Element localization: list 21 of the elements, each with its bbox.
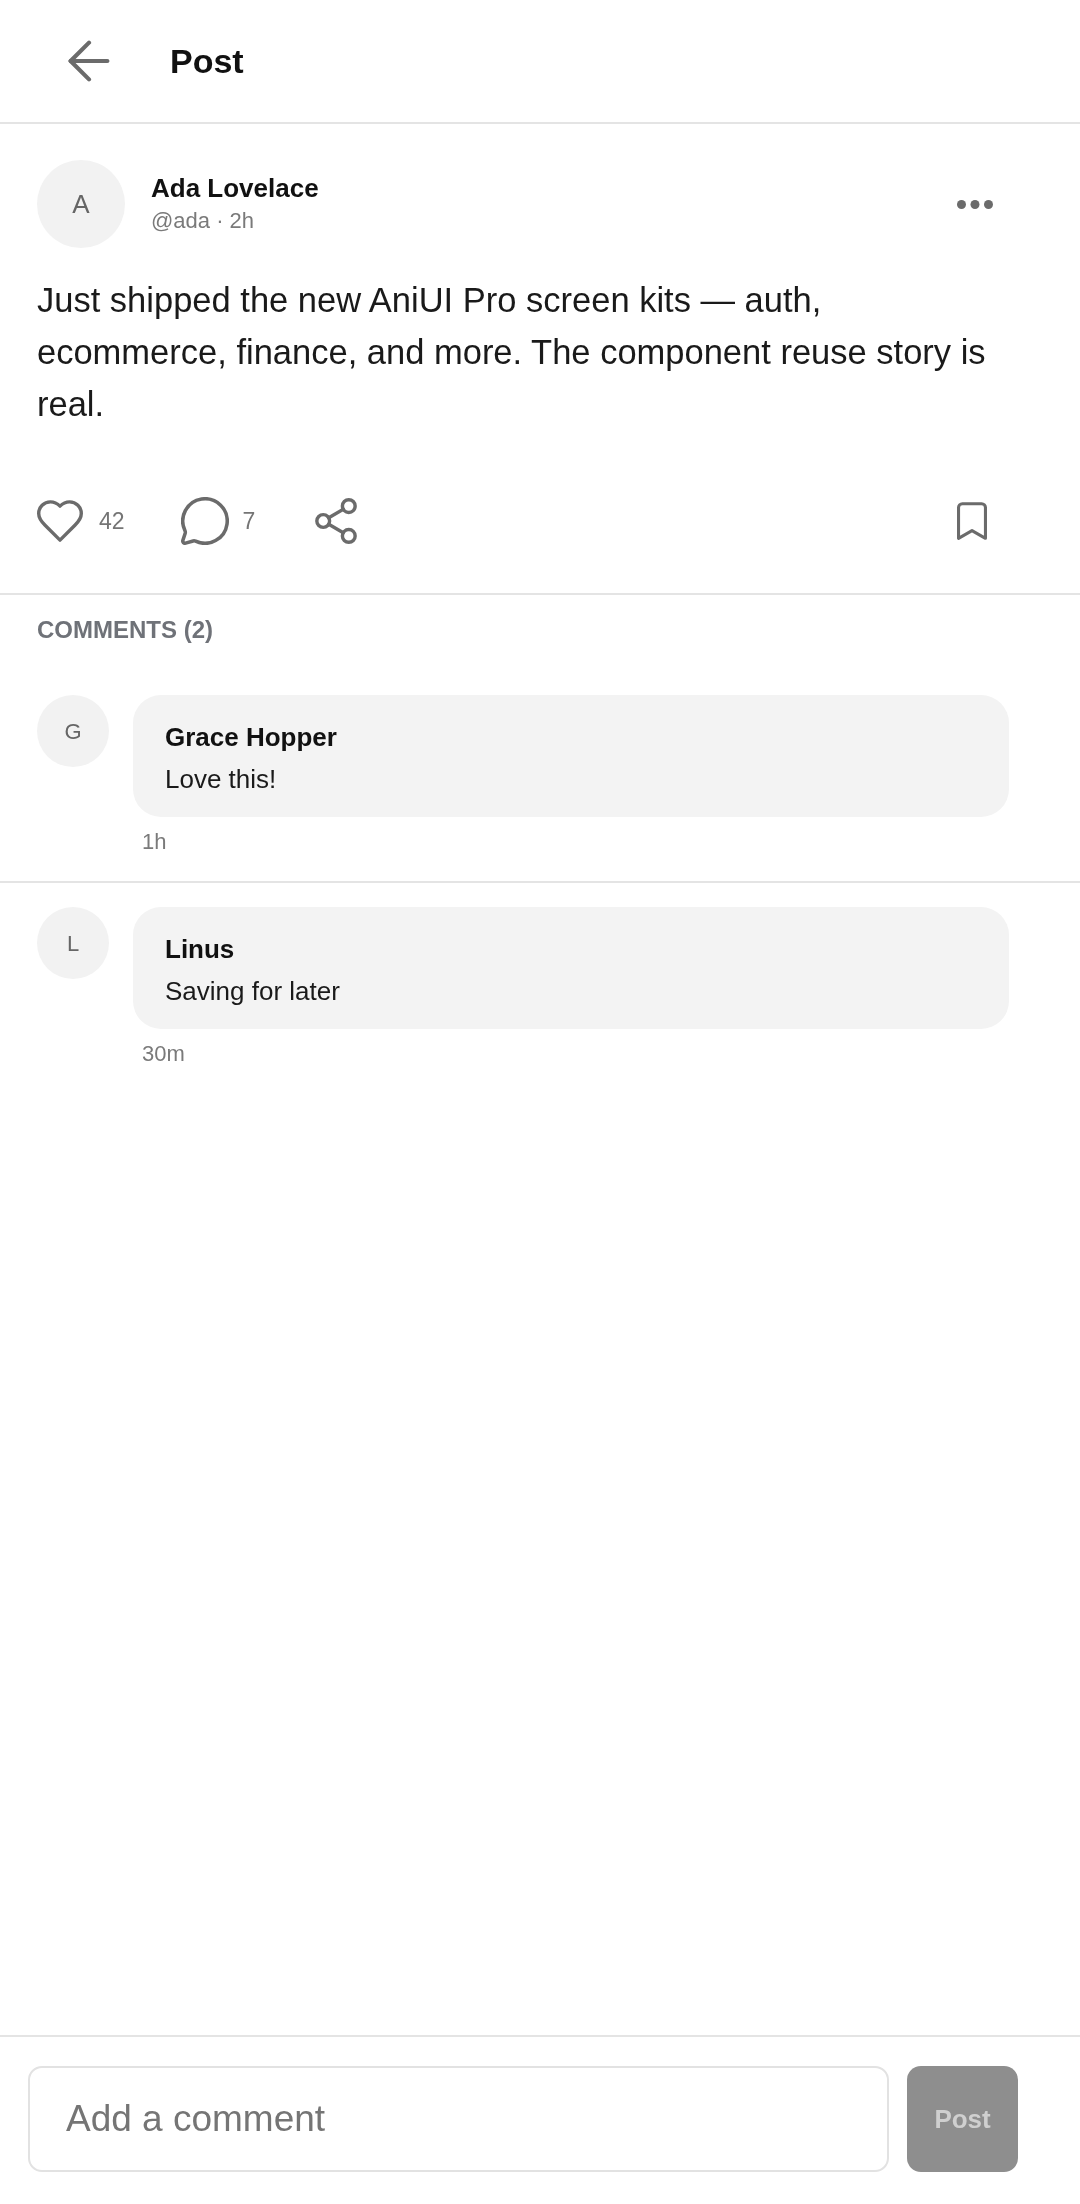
comments-heading: COMMENTS (2): [36, 615, 214, 645]
avatar: G: [37, 695, 109, 767]
share-button[interactable]: [315, 498, 358, 544]
commenter-name: Linus: [165, 933, 236, 966]
comment-text: Love this!: [165, 763, 278, 796]
like-button[interactable]: 42: [37, 500, 125, 542]
comment-text: Saving for later: [165, 975, 341, 1008]
comment-button[interactable]: 7: [180, 497, 256, 545]
avatar: L: [37, 907, 109, 979]
comment-time: 1h: [142, 828, 168, 856]
commenter-name: Grace Hopper: [165, 721, 338, 754]
speech-bubble-icon: [180, 497, 229, 545]
more-icon: [957, 199, 993, 209]
comment-time: 30m: [142, 1040, 186, 1068]
author-handle-time: @ada · 2h: [151, 207, 256, 235]
avatar: A: [37, 160, 125, 248]
author-name: Ada Lovelace: [151, 172, 320, 205]
comment-input[interactable]: Add a comment: [28, 2066, 890, 2172]
post-text: Just shipped the new AniUI Pro screen kits — auth, ecommerce, finance, and more. The component reuse story is real.: [37, 280, 987, 425]
share-icon: [315, 498, 358, 544]
page-title: Post: [170, 41, 244, 81]
